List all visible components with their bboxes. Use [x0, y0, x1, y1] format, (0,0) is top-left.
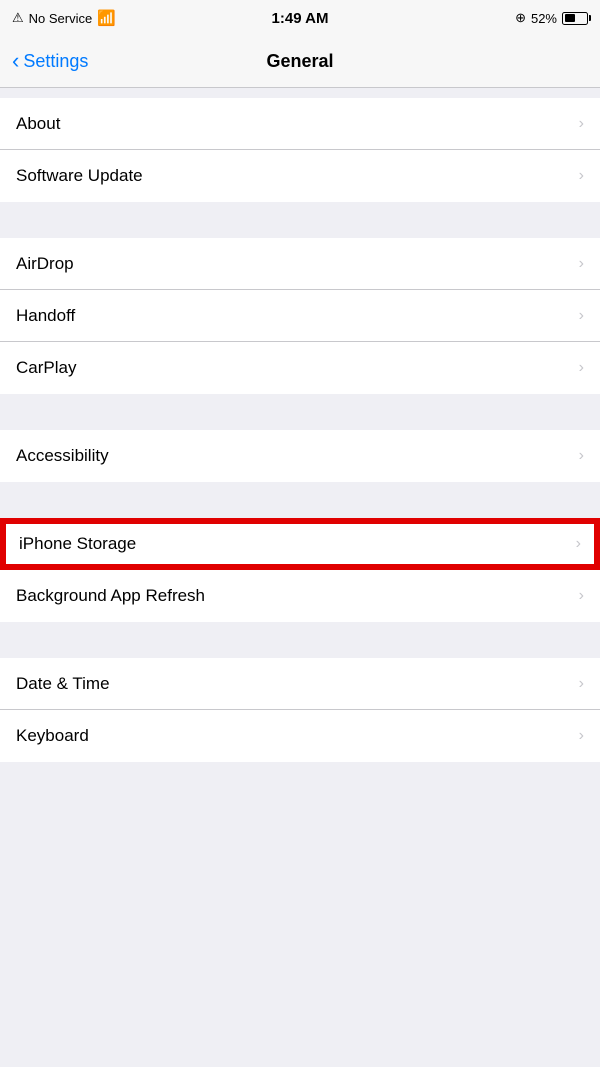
settings-group-section3: Accessibility › — [0, 430, 600, 482]
settings-row-keyboard[interactable]: Keyboard › — [0, 710, 600, 762]
settings-row-airdrop[interactable]: AirDrop › — [0, 238, 600, 290]
section-gap-1 — [0, 394, 600, 430]
alert-icon: ⚠ — [12, 10, 24, 26]
status-right: ⊕ 52% — [515, 10, 588, 26]
back-button[interactable]: ‹ Settings — [12, 51, 88, 72]
settings-row-carplay[interactable]: CarPlay › — [0, 342, 600, 394]
row-label-keyboard: Keyboard — [16, 726, 89, 746]
row-label-handoff: Handoff — [16, 306, 75, 326]
row-label-date-time: Date & Time — [16, 674, 110, 694]
battery-percent: 52% — [531, 11, 557, 26]
chevron-icon-date-time: › — [579, 675, 584, 693]
section-gap-2 — [0, 482, 600, 518]
chevron-icon-software-update: › — [579, 167, 584, 185]
settings-group-section2: AirDrop › Handoff › CarPlay › — [0, 238, 600, 394]
chevron-icon-accessibility: › — [579, 447, 584, 465]
top-gap — [0, 88, 600, 98]
section-gap-3 — [0, 622, 600, 658]
chevron-icon-iphone-storage: › — [576, 535, 581, 553]
back-label: Settings — [23, 51, 88, 72]
chevron-icon-background-app-refresh: › — [579, 587, 584, 605]
chevron-icon-handoff: › — [579, 307, 584, 325]
lock-rotation-icon: ⊕ — [515, 10, 526, 26]
chevron-icon-airdrop: › — [579, 255, 584, 273]
row-label-about: About — [16, 114, 60, 134]
back-arrow-icon: ‹ — [12, 50, 19, 72]
battery-icon — [562, 12, 588, 25]
settings-row-accessibility[interactable]: Accessibility › — [0, 430, 600, 482]
row-label-accessibility: Accessibility — [16, 446, 109, 466]
row-label-airdrop: AirDrop — [16, 254, 74, 274]
settings-row-about[interactable]: About › — [0, 98, 600, 150]
row-label-iphone-storage: iPhone Storage — [19, 534, 136, 554]
settings-row-handoff[interactable]: Handoff › — [0, 290, 600, 342]
settings-group-section4: iPhone Storage › Background App Refresh › — [0, 518, 600, 622]
chevron-icon-keyboard: › — [579, 727, 584, 745]
row-label-background-app-refresh: Background App Refresh — [16, 586, 205, 606]
no-service-text: No Service — [29, 11, 93, 26]
settings-row-background-app-refresh[interactable]: Background App Refresh › — [0, 570, 600, 622]
row-label-software-update: Software Update — [16, 166, 143, 186]
settings-row-date-time[interactable]: Date & Time › — [0, 658, 600, 710]
page-title: General — [266, 51, 333, 72]
status-left: ⚠ No Service 📶 — [12, 9, 116, 27]
settings-row-software-update[interactable]: Software Update › — [0, 150, 600, 202]
settings-sections: About›Software Update›AirDrop›Handoff›Ca… — [0, 98, 600, 762]
row-label-carplay: CarPlay — [16, 358, 76, 378]
chevron-icon-about: › — [579, 115, 584, 133]
settings-group-section5: Date & Time › Keyboard › — [0, 658, 600, 762]
settings-row-iphone-storage[interactable]: iPhone Storage › — [0, 518, 600, 570]
settings-group-section1: About › Software Update › — [0, 98, 600, 202]
wifi-icon: 📶 — [97, 9, 116, 27]
nav-bar: ‹ Settings General — [0, 36, 600, 88]
status-time: 1:49 AM — [272, 10, 329, 27]
chevron-icon-carplay: › — [579, 359, 584, 377]
section-gap-0 — [0, 202, 600, 238]
status-bar: ⚠ No Service 📶 1:49 AM ⊕ 52% — [0, 0, 600, 36]
